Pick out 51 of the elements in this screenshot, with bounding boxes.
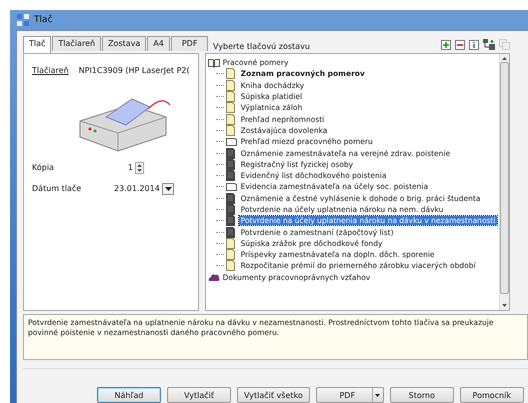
tree-icon[interactable]: [483, 39, 495, 50]
note-icon: [226, 114, 235, 125]
dialog-button[interactable]: Vytlačiť všetko: [237, 387, 310, 403]
page-icon: [226, 182, 237, 192]
tab[interactable]: Zostava: [102, 36, 146, 51]
info-icon[interactable]: [469, 40, 479, 50]
document-icon: [226, 204, 235, 215]
document-icon: [226, 192, 235, 204]
dialog-button[interactable]: Pomocník: [460, 387, 524, 403]
page-icon: [226, 137, 237, 146]
note-icon: [226, 124, 235, 136]
note-icon: [226, 260, 235, 272]
caret-icon: [164, 186, 172, 190]
tab[interactable]: Tlač: [23, 36, 52, 53]
dialog-button[interactable]: Storno: [390, 387, 454, 403]
dialog-button[interactable]: PDF: [316, 387, 384, 403]
note-icon: [226, 102, 235, 114]
tab[interactable]: PDF: [170, 36, 208, 51]
scroll-down-icon[interactable]: [502, 304, 508, 307]
cloud-icon: [208, 273, 220, 282]
printer-name: NPI1C3909 (HP LaserJet P2(: [78, 66, 190, 75]
document-icon: [226, 148, 235, 159]
print-date-field[interactable]: 23.01.2014: [114, 184, 158, 193]
window-title: Tlač: [34, 15, 52, 25]
document-icon: [226, 170, 235, 182]
dialog-button[interactable]: Náhľad: [97, 387, 161, 403]
remove-icon[interactable]: [455, 40, 465, 50]
tab[interactable]: A4: [147, 36, 170, 51]
note-icon: [226, 80, 235, 91]
document-icon: [226, 226, 235, 238]
add-icon[interactable]: [441, 40, 451, 50]
dialog-button[interactable]: Vytlačiť: [167, 387, 231, 403]
copies-label: Kópia: [32, 163, 55, 172]
tab[interactable]: Tlačiareň: [52, 36, 102, 51]
print-date-label: Dátum tlače: [32, 184, 82, 193]
dropdown-button[interactable]: [162, 182, 174, 194]
document-icon: [226, 158, 235, 170]
scrollbar[interactable]: [499, 54, 510, 310]
note-icon: [226, 249, 235, 260]
app-icon: [16, 13, 30, 27]
document-icon: [226, 215, 235, 226]
scrollbar-thumb[interactable]: [500, 62, 510, 294]
caret-icon: [375, 394, 380, 396]
note-icon: [226, 91, 235, 102]
copies-spinner[interactable]: 1: [114, 162, 144, 174]
scroll-up-icon[interactable]: [502, 57, 508, 60]
note-icon: [226, 238, 235, 249]
book-icon: [208, 58, 220, 68]
note-icon: [226, 68, 235, 80]
report-heading: Vyberte tlačovú zostavu: [213, 42, 311, 53]
printer-link[interactable]: Tlačiareň: [32, 66, 69, 75]
